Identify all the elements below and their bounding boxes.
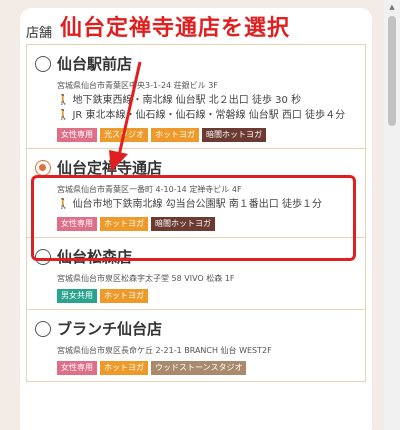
scroll-up-arrow-icon[interactable]: ▲ (384, 0, 400, 14)
scrollbar[interactable]: ▲ (384, 0, 400, 430)
annotation-text: 仙台定禅寺通店を選択 (60, 16, 291, 41)
annotation-arrow (109, 61, 142, 172)
scrollbar-thumb[interactable] (388, 16, 396, 126)
